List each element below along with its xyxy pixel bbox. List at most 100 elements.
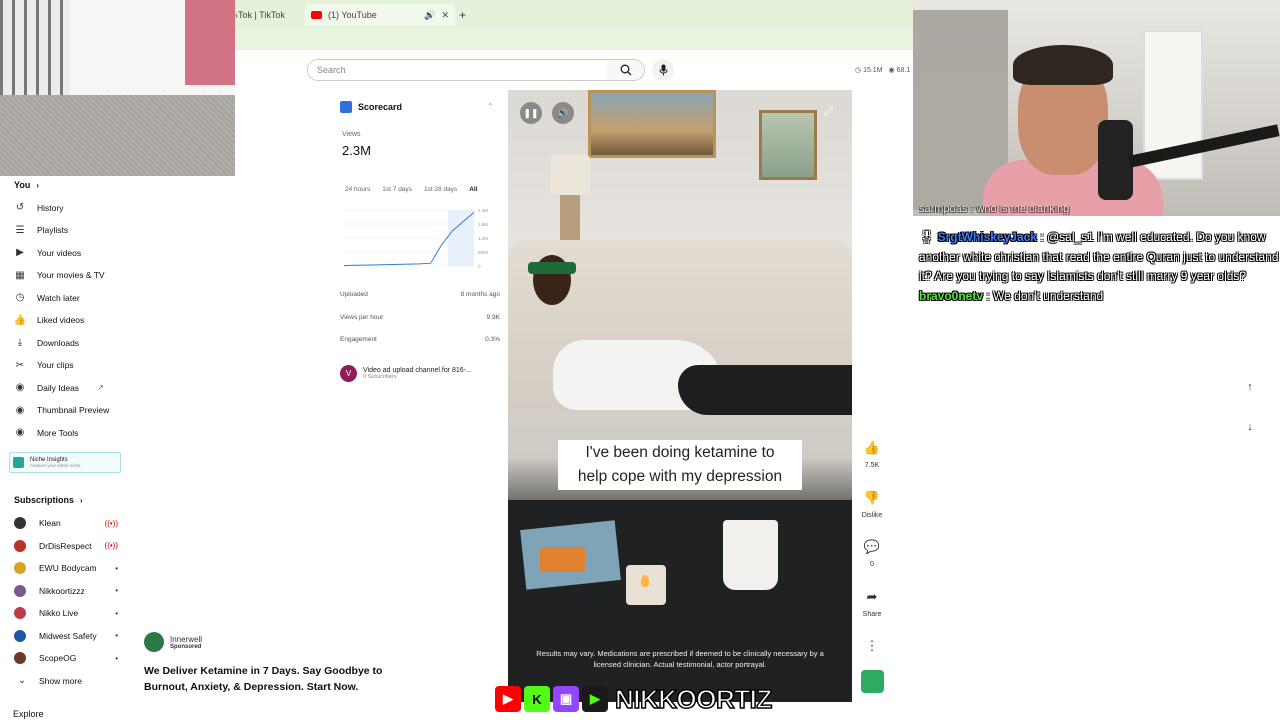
engagement-label: Engagement bbox=[340, 336, 377, 343]
sidebar-item-liked[interactable]: 👍 Liked videos bbox=[12, 315, 85, 326]
video-caption: I've been doing ketamine to help cope wi… bbox=[558, 440, 802, 490]
views-value: 2.3M bbox=[342, 143, 371, 158]
sidebar-item-watch-later[interactable]: ◷ Watch later bbox=[12, 292, 80, 303]
y-tick-label: 600K bbox=[478, 250, 489, 255]
subscription-item[interactable]: Nikko Live • bbox=[12, 607, 118, 619]
like-count: 7.5K bbox=[864, 462, 880, 469]
pause-button[interactable]: ❚❚ bbox=[520, 102, 542, 124]
subscription-name: DrDisRespect bbox=[39, 540, 92, 551]
subscriptions-header[interactable]: Subscriptions › bbox=[14, 495, 83, 505]
more-options-button[interactable]: ⋮ bbox=[852, 638, 892, 660]
range-tab[interactable]: 1st 7 days bbox=[382, 186, 412, 193]
new-content-dot-icon: • bbox=[115, 653, 118, 663]
collapse-icon[interactable]: ⌃ bbox=[487, 102, 494, 111]
next-video-button[interactable]: ↓ bbox=[1239, 416, 1261, 438]
subscription-item[interactable]: EWU Bodycam • bbox=[12, 562, 118, 574]
microphone bbox=[1098, 120, 1133, 200]
tab-youtube[interactable]: (1) YouTube 🔊 ✕ bbox=[305, 4, 455, 26]
comment-button[interactable]: 💬 0 bbox=[852, 539, 892, 568]
close-icon[interactable]: ✕ bbox=[441, 10, 449, 21]
history-icon: ↺ bbox=[15, 202, 25, 213]
new-tab-button[interactable]: + bbox=[459, 4, 466, 26]
sidebar-item-thumbnail[interactable]: ◉ Thumbnail Preview bbox=[12, 404, 110, 416]
streamer-name: NIKKOORTIZ bbox=[614, 683, 773, 715]
search-input[interactable]: Search bbox=[307, 59, 608, 81]
volume-icon: 🔊 bbox=[557, 107, 569, 118]
subscription-item[interactable]: DrDisRespect ((•)) bbox=[12, 539, 118, 552]
you-label: You bbox=[14, 180, 31, 190]
thumbnail-icon: ◉ bbox=[15, 404, 25, 416]
sidebar-item-clips[interactable]: ✂ Your clips bbox=[12, 360, 74, 371]
share-icon: ➦ bbox=[866, 589, 878, 604]
sound-thumbnail[interactable] bbox=[861, 670, 884, 693]
show-more-label: Show more bbox=[39, 675, 82, 686]
sidebar-item-playlists[interactable]: ☰ Playlists bbox=[12, 224, 69, 236]
arrow-up-icon: ↑ bbox=[1247, 381, 1253, 393]
views-label: Views bbox=[342, 131, 361, 138]
subscription-item[interactable]: Nikkoortizzz • bbox=[12, 584, 118, 597]
sidebar-item-your-videos[interactable]: ▶ Your videos bbox=[12, 247, 81, 258]
previous-video-button[interactable]: ↑ bbox=[1239, 376, 1261, 398]
comment-count: 0 bbox=[870, 561, 874, 568]
rumble-icon: ▶ bbox=[582, 686, 608, 712]
share-label: Share bbox=[862, 611, 882, 618]
subscription-item[interactable]: ScopeOG • bbox=[12, 652, 118, 664]
candle-flame bbox=[641, 575, 649, 587]
vph-value: 9.9K bbox=[486, 314, 500, 321]
show-more-button[interactable]: ⌄ Show more bbox=[14, 675, 82, 686]
fullscreen-icon[interactable]: ⤢ bbox=[824, 106, 833, 119]
range-tab[interactable]: 24 hours bbox=[345, 186, 370, 193]
channel-avatar: V bbox=[340, 365, 357, 382]
sidebar-item-daily-ideas[interactable]: ◉ Daily Ideas ↗ bbox=[12, 382, 104, 393]
bookmark-bar bbox=[235, 28, 913, 50]
range-tab-active[interactable]: All bbox=[469, 186, 477, 193]
sidebar-item-label: Playlists bbox=[37, 225, 69, 235]
subscriber-count: ◷ 15.1M bbox=[855, 67, 883, 74]
avatar bbox=[14, 562, 26, 574]
streamer-socials-overlay: ▶ K ▣ ▶ NIKKOORTIZ bbox=[495, 683, 785, 715]
shorts-video-player[interactable]: I've been doing ketamine to help cope wi… bbox=[508, 90, 852, 702]
sidebar-item-history[interactable]: ↺ History bbox=[12, 202, 64, 213]
subscription-item[interactable]: Klean ((•)) bbox=[12, 517, 118, 529]
avatar bbox=[14, 517, 26, 529]
dislike-button[interactable]: 👎 Dislike bbox=[852, 490, 892, 519]
sidebar-item-label: Your movies & TV bbox=[37, 270, 105, 280]
sidebar-item-label: Daily Ideas bbox=[37, 382, 80, 393]
subscription-name: Nikkoortizzz bbox=[39, 585, 85, 596]
sidebar-item-movies[interactable]: ▦ Your movies & TV bbox=[12, 270, 105, 281]
room-poster bbox=[185, 0, 235, 85]
subscription-name: Klean bbox=[39, 518, 61, 528]
new-content-dot-icon: • bbox=[115, 631, 118, 640]
chat-username: bravo0netv bbox=[919, 288, 984, 303]
you-section-header[interactable]: You › bbox=[14, 180, 39, 190]
range-tab[interactable]: 1st 28 days bbox=[424, 186, 457, 193]
pause-icon: ❚❚ bbox=[523, 107, 539, 118]
like-button[interactable]: 👍 7.5K bbox=[852, 440, 892, 469]
channel-row[interactable]: V Video ad upload channel for 816-... 0 … bbox=[340, 365, 472, 382]
channel-name: Video ad upload channel for 816-... bbox=[363, 367, 472, 374]
chart-highlight-region bbox=[448, 210, 474, 266]
share-button[interactable]: ➦ Share bbox=[852, 589, 892, 618]
scorecard-icon bbox=[340, 101, 352, 113]
person-legs bbox=[678, 365, 852, 415]
engagement-row: Engagement 0.3% bbox=[340, 336, 500, 343]
subscription-name: EWU Bodycam bbox=[39, 563, 97, 573]
playlists-icon: ☰ bbox=[15, 224, 25, 236]
sponsored-ad[interactable]: Innerwell Sponsored We Deliver Ketamine … bbox=[144, 632, 444, 695]
speaker-icon[interactable]: 🔊 bbox=[424, 10, 435, 21]
voice-search-button[interactable] bbox=[652, 59, 674, 81]
volume-button[interactable]: 🔊 bbox=[552, 102, 574, 124]
niche-insights-button[interactable]: Niche Insights Analyze your entire niche bbox=[9, 452, 121, 473]
views-line-chart: 2.4M 1.8M 1.2M 600K 0 bbox=[343, 208, 489, 269]
scorecard-header[interactable]: Scorecard bbox=[340, 101, 402, 113]
explore-header[interactable]: Explore bbox=[13, 709, 44, 719]
search-button[interactable] bbox=[607, 59, 645, 81]
badge-icon: 🎖 bbox=[919, 230, 935, 244]
sidebar-item-downloads[interactable]: ⤓ Downloads bbox=[12, 337, 79, 348]
clips-icon: ✂ bbox=[15, 359, 25, 371]
microphone-icon bbox=[659, 64, 667, 76]
subscription-item[interactable]: Midwest Safety • bbox=[12, 629, 118, 642]
sidebar-item-more-tools[interactable]: ◉ More Tools bbox=[12, 427, 79, 438]
caption-line-1: I've been doing ketamine to bbox=[585, 444, 775, 461]
y-tick-label: 1.8M bbox=[478, 222, 488, 227]
